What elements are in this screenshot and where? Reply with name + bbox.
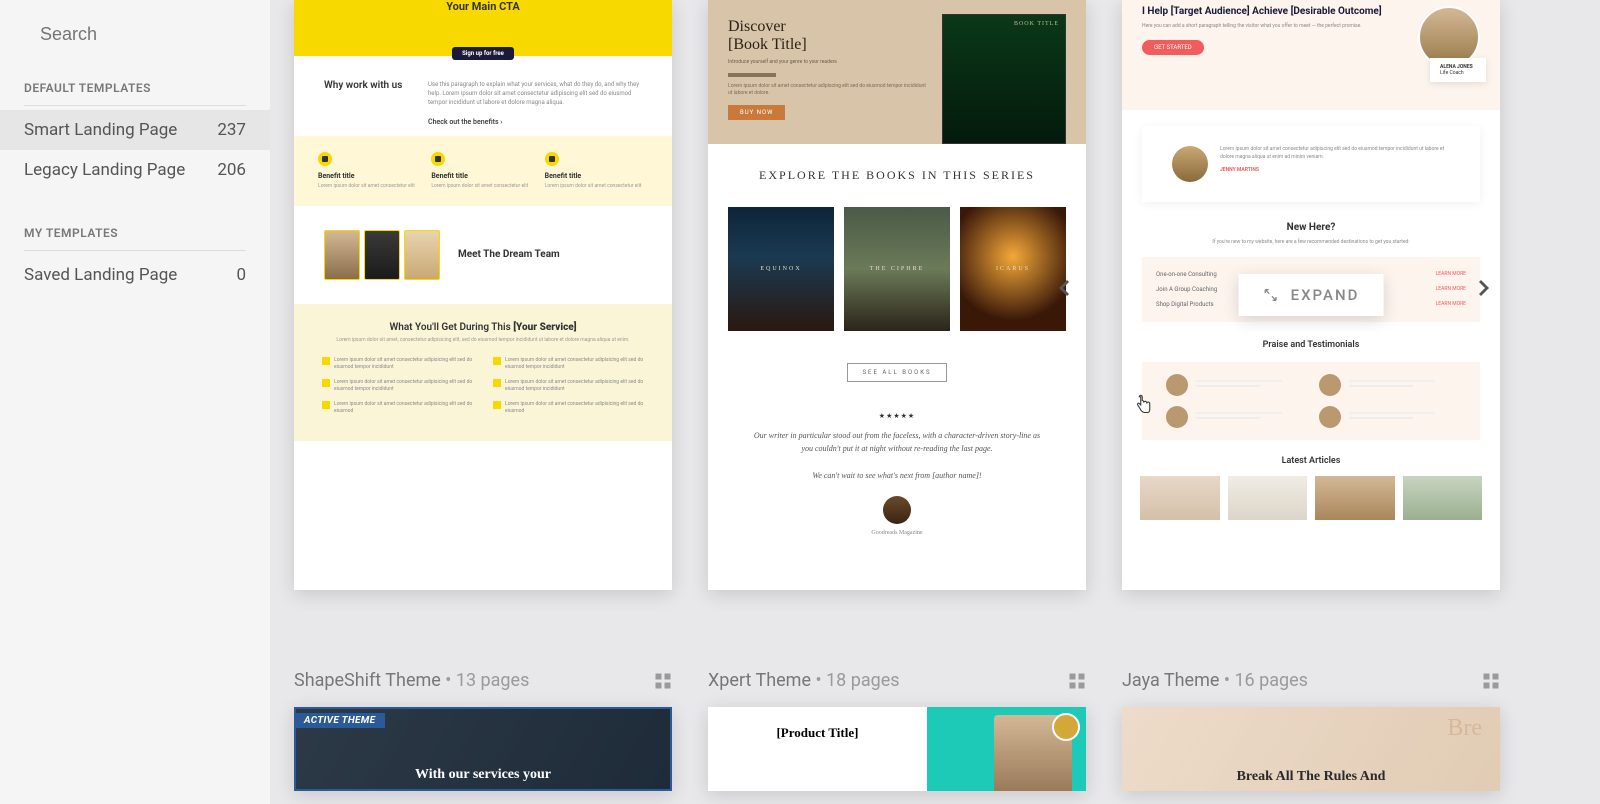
theme-preview: ACTIVE THEME With our services your [294, 707, 672, 791]
why-section: Why work with us Use this paragraph to e… [294, 56, 672, 136]
template-preview: I Help [Target Audience] Achieve [Desira… [1122, 0, 1500, 590]
template-card-2[interactable]: Discover[Book Title] Introduce yourself … [708, 0, 1086, 590]
why-cta: Check out the benefits › [428, 117, 642, 128]
active-theme-badge: ACTIVE THEME [296, 713, 385, 728]
hero-title: Your Main CTA [294, 0, 672, 13]
badge-icon [1052, 713, 1080, 741]
what-section: What You'll Get During This [Your Servic… [294, 304, 672, 441]
search-row [0, 16, 270, 65]
template-preview: Discover[Book Title] Introduce yourself … [708, 0, 1086, 590]
expand-icon [1263, 287, 1279, 303]
benefit-title: Benefit title [431, 172, 534, 180]
carousel-prev[interactable] [1052, 276, 1076, 300]
review-section: ★★★★★ Our writer in particular stood out… [708, 402, 1086, 560]
template-card-3[interactable]: I Help [Target Audience] Achieve [Desira… [1122, 0, 1500, 590]
preview-title: [Product Title] [722, 725, 913, 741]
testimonials-grid [1142, 362, 1480, 440]
preview-title: With our services your [315, 767, 652, 783]
why-body: Use this paragraph to explain what your … [428, 80, 642, 128]
my-templates-header: MY TEMPLATES [24, 210, 246, 251]
nav-count: 0 [236, 265, 246, 285]
cursor-hand-icon [1134, 394, 1152, 416]
benefit-icon [318, 152, 332, 166]
benefit-title: Benefit title [318, 172, 421, 180]
nav-smart-landing[interactable]: Smart Landing Page 237 [0, 110, 270, 150]
nav-label: Smart Landing Page [24, 120, 177, 140]
buy-button: BUY NOW [728, 105, 785, 120]
template-card-1[interactable]: Your Main CTA Sign up for free Why work … [294, 0, 672, 590]
hero-section: Your Main CTA Sign up for free [294, 0, 672, 56]
hero-section: I Help [Target Audience] Achieve [Desira… [1122, 0, 1500, 110]
theme-preview: Bre Break All The Rules And [1122, 707, 1500, 791]
grid-icon[interactable] [1068, 672, 1086, 690]
new-here: New Here? If you're new to my website, h… [1122, 202, 1500, 245]
praise-heading: Praise and Testimonials [1122, 322, 1500, 362]
name-card: ALENA JONESLife Coach [1430, 58, 1486, 82]
search-input[interactable] [40, 24, 272, 45]
theme-card-jaya[interactable]: Jaya Theme • 16 pages Bre Break All The … [1122, 660, 1500, 791]
hero-section: Discover[Book Title] Introduce yourself … [708, 0, 1086, 144]
testimonial: Lorem ipsum dolor sit amet consectetur a… [1142, 126, 1480, 202]
default-templates-header: DEFAULT TEMPLATES [24, 65, 246, 106]
benefit-title: Benefit title [545, 172, 648, 180]
grid-icon[interactable] [1482, 672, 1500, 690]
theme-card-shapeshift[interactable]: ShapeShift Theme • 13 pages ACTIVE THEME… [294, 660, 672, 791]
books-row: EQUINOX THE CIPHRE ICARUS [708, 207, 1086, 351]
benefit-icon [431, 152, 445, 166]
avatar [883, 496, 911, 524]
benefits-row: Benefit titleLorem ipsum dolor sit amet … [294, 136, 672, 206]
expand-button[interactable]: EXPAND [1239, 274, 1384, 316]
team-section: Meet The Dream Team [294, 206, 672, 304]
carousel-next[interactable] [1472, 276, 1496, 300]
cta-button: GET STARTED [1142, 40, 1204, 55]
theme-title: ShapeShift Theme • 13 pages [294, 670, 529, 691]
avatar [1172, 146, 1208, 182]
grid-icon[interactable] [654, 672, 672, 690]
why-title: Why work with us [324, 80, 404, 128]
star-rating: ★★★★★ [748, 412, 1046, 420]
preview-title: Break All The Rules And [1141, 769, 1481, 785]
sidebar: DEFAULT TEMPLATES Smart Landing Page 237… [0, 0, 270, 804]
latest-heading: Latest Articles [1122, 440, 1500, 476]
nav-saved-landing[interactable]: Saved Landing Page 0 [0, 255, 270, 295]
nav-label: Legacy Landing Page [24, 160, 185, 180]
theme-title: Jaya Theme • 16 pages [1122, 670, 1308, 691]
nav-legacy-landing[interactable]: Legacy Landing Page 206 [0, 150, 270, 190]
theme-card-xpert[interactable]: Xpert Theme • 18 pages [Product Title] [708, 660, 1086, 791]
hero-cta-button: Sign up for free [452, 47, 514, 60]
team-title: Meet The Dream Team [458, 249, 560, 260]
template-preview: Your Main CTA Sign up for free Why work … [294, 0, 672, 590]
theme-title: Xpert Theme • 18 pages [708, 670, 900, 691]
see-all-button: SEE ALL BOOKS [847, 363, 946, 382]
book-cover [942, 14, 1066, 144]
explore-heading: EXPLORE THE BOOKS IN THIS SERIES [708, 144, 1086, 207]
nav-count: 206 [217, 160, 246, 180]
articles-row [1122, 476, 1500, 520]
nav-label: Saved Landing Page [24, 265, 177, 285]
theme-preview: [Product Title] [708, 707, 1086, 791]
main-content: Your Main CTA Sign up for free Why work … [270, 0, 1600, 804]
nav-count: 237 [217, 120, 246, 140]
benefit-icon [545, 152, 559, 166]
